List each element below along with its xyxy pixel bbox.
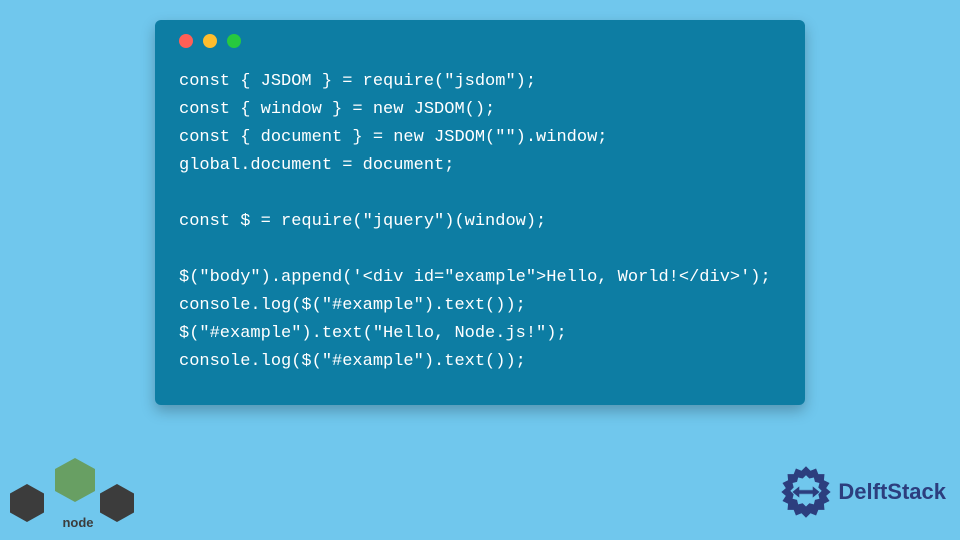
node-logo-text: node [38,515,118,530]
node-hexagon-icon [55,458,95,502]
close-icon [179,34,193,48]
code-window: const { JSDOM } = require("jsdom"); cons… [155,20,805,405]
delftstack-logo: DelftStack [778,464,946,520]
delftstack-logo-text: DelftStack [838,479,946,505]
maximize-icon [227,34,241,48]
minimize-icon [203,34,217,48]
delftstack-gear-icon [778,464,834,520]
node-logo: node [10,458,134,528]
code-block: const { JSDOM } = require("jsdom"); cons… [175,68,785,377]
window-controls [179,34,785,48]
